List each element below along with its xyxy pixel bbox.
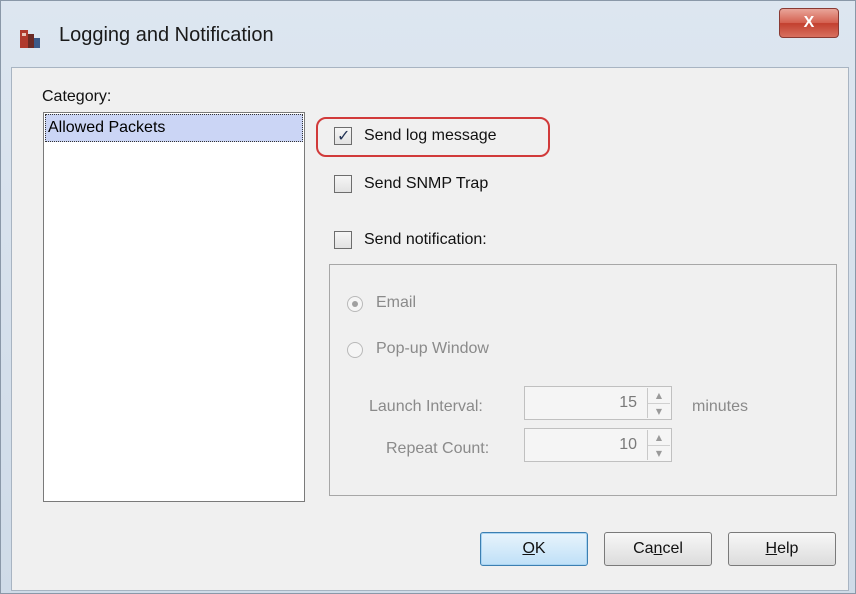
title-bar[interactable]: Logging and Notification X (1, 1, 855, 67)
send-log-label: Send log message (364, 127, 497, 144)
down-arrow-icon[interactable]: ▼ (648, 446, 670, 461)
help-mnemonic: H (765, 540, 778, 557)
launch-interval-spinner[interactable]: 15 ▲ ▼ (524, 386, 672, 420)
ok-button[interactable]: OK (480, 532, 588, 566)
down-arrow-icon[interactable]: ▼ (648, 404, 670, 419)
repeat-count-spinner[interactable]: 10 ▲ ▼ (524, 428, 672, 462)
category-list[interactable]: Allowed Packets (43, 112, 305, 502)
up-arrow-icon[interactable]: ▲ (648, 388, 670, 404)
firewall-app-icon (20, 30, 40, 48)
repeat-count-label: Repeat Count: (386, 440, 490, 457)
cancel-label-pre: Ca (633, 540, 654, 557)
send-notification-label: Send notification: (364, 231, 487, 248)
email-label: Email (376, 294, 417, 311)
dialog-body: Category: Allowed Packets Send log messa… (11, 67, 849, 591)
launch-interval-spin-buttons[interactable]: ▲ ▼ (647, 388, 670, 418)
repeat-count-value: 10 (619, 436, 637, 453)
send-snmp-label: Send SNMP Trap (364, 175, 489, 192)
popup-window-radio[interactable] (347, 342, 363, 358)
window-title: Logging and Notification (59, 24, 274, 46)
help-label-rest: elp (777, 540, 799, 557)
category-label: Category: (42, 88, 112, 105)
cancel-button[interactable]: Cancel (604, 532, 712, 566)
category-item-allowed-packets[interactable]: Allowed Packets (45, 114, 303, 142)
send-log-checkbox[interactable] (334, 126, 352, 145)
launch-interval-label: Launch Interval: (369, 398, 483, 415)
launch-interval-unit: minutes (692, 398, 749, 415)
launch-interval-value: 15 (619, 394, 637, 411)
send-snmp-checkbox[interactable] (334, 175, 352, 193)
repeat-count-spin-buttons[interactable]: ▲ ▼ (647, 430, 670, 460)
ok-label-rest: K (534, 540, 546, 557)
close-button[interactable]: X (779, 8, 839, 38)
ok-mnemonic: O (522, 540, 535, 557)
cancel-label-post: cel (662, 540, 683, 557)
dialog-window: Logging and Notification X Category: All… (0, 0, 856, 594)
help-button[interactable]: Help (728, 532, 836, 566)
send-notification-checkbox[interactable] (334, 231, 352, 249)
close-icon: X (803, 14, 815, 31)
popup-window-label: Pop-up Window (376, 340, 489, 357)
email-radio[interactable] (347, 296, 363, 312)
up-arrow-icon[interactable]: ▲ (648, 430, 670, 446)
